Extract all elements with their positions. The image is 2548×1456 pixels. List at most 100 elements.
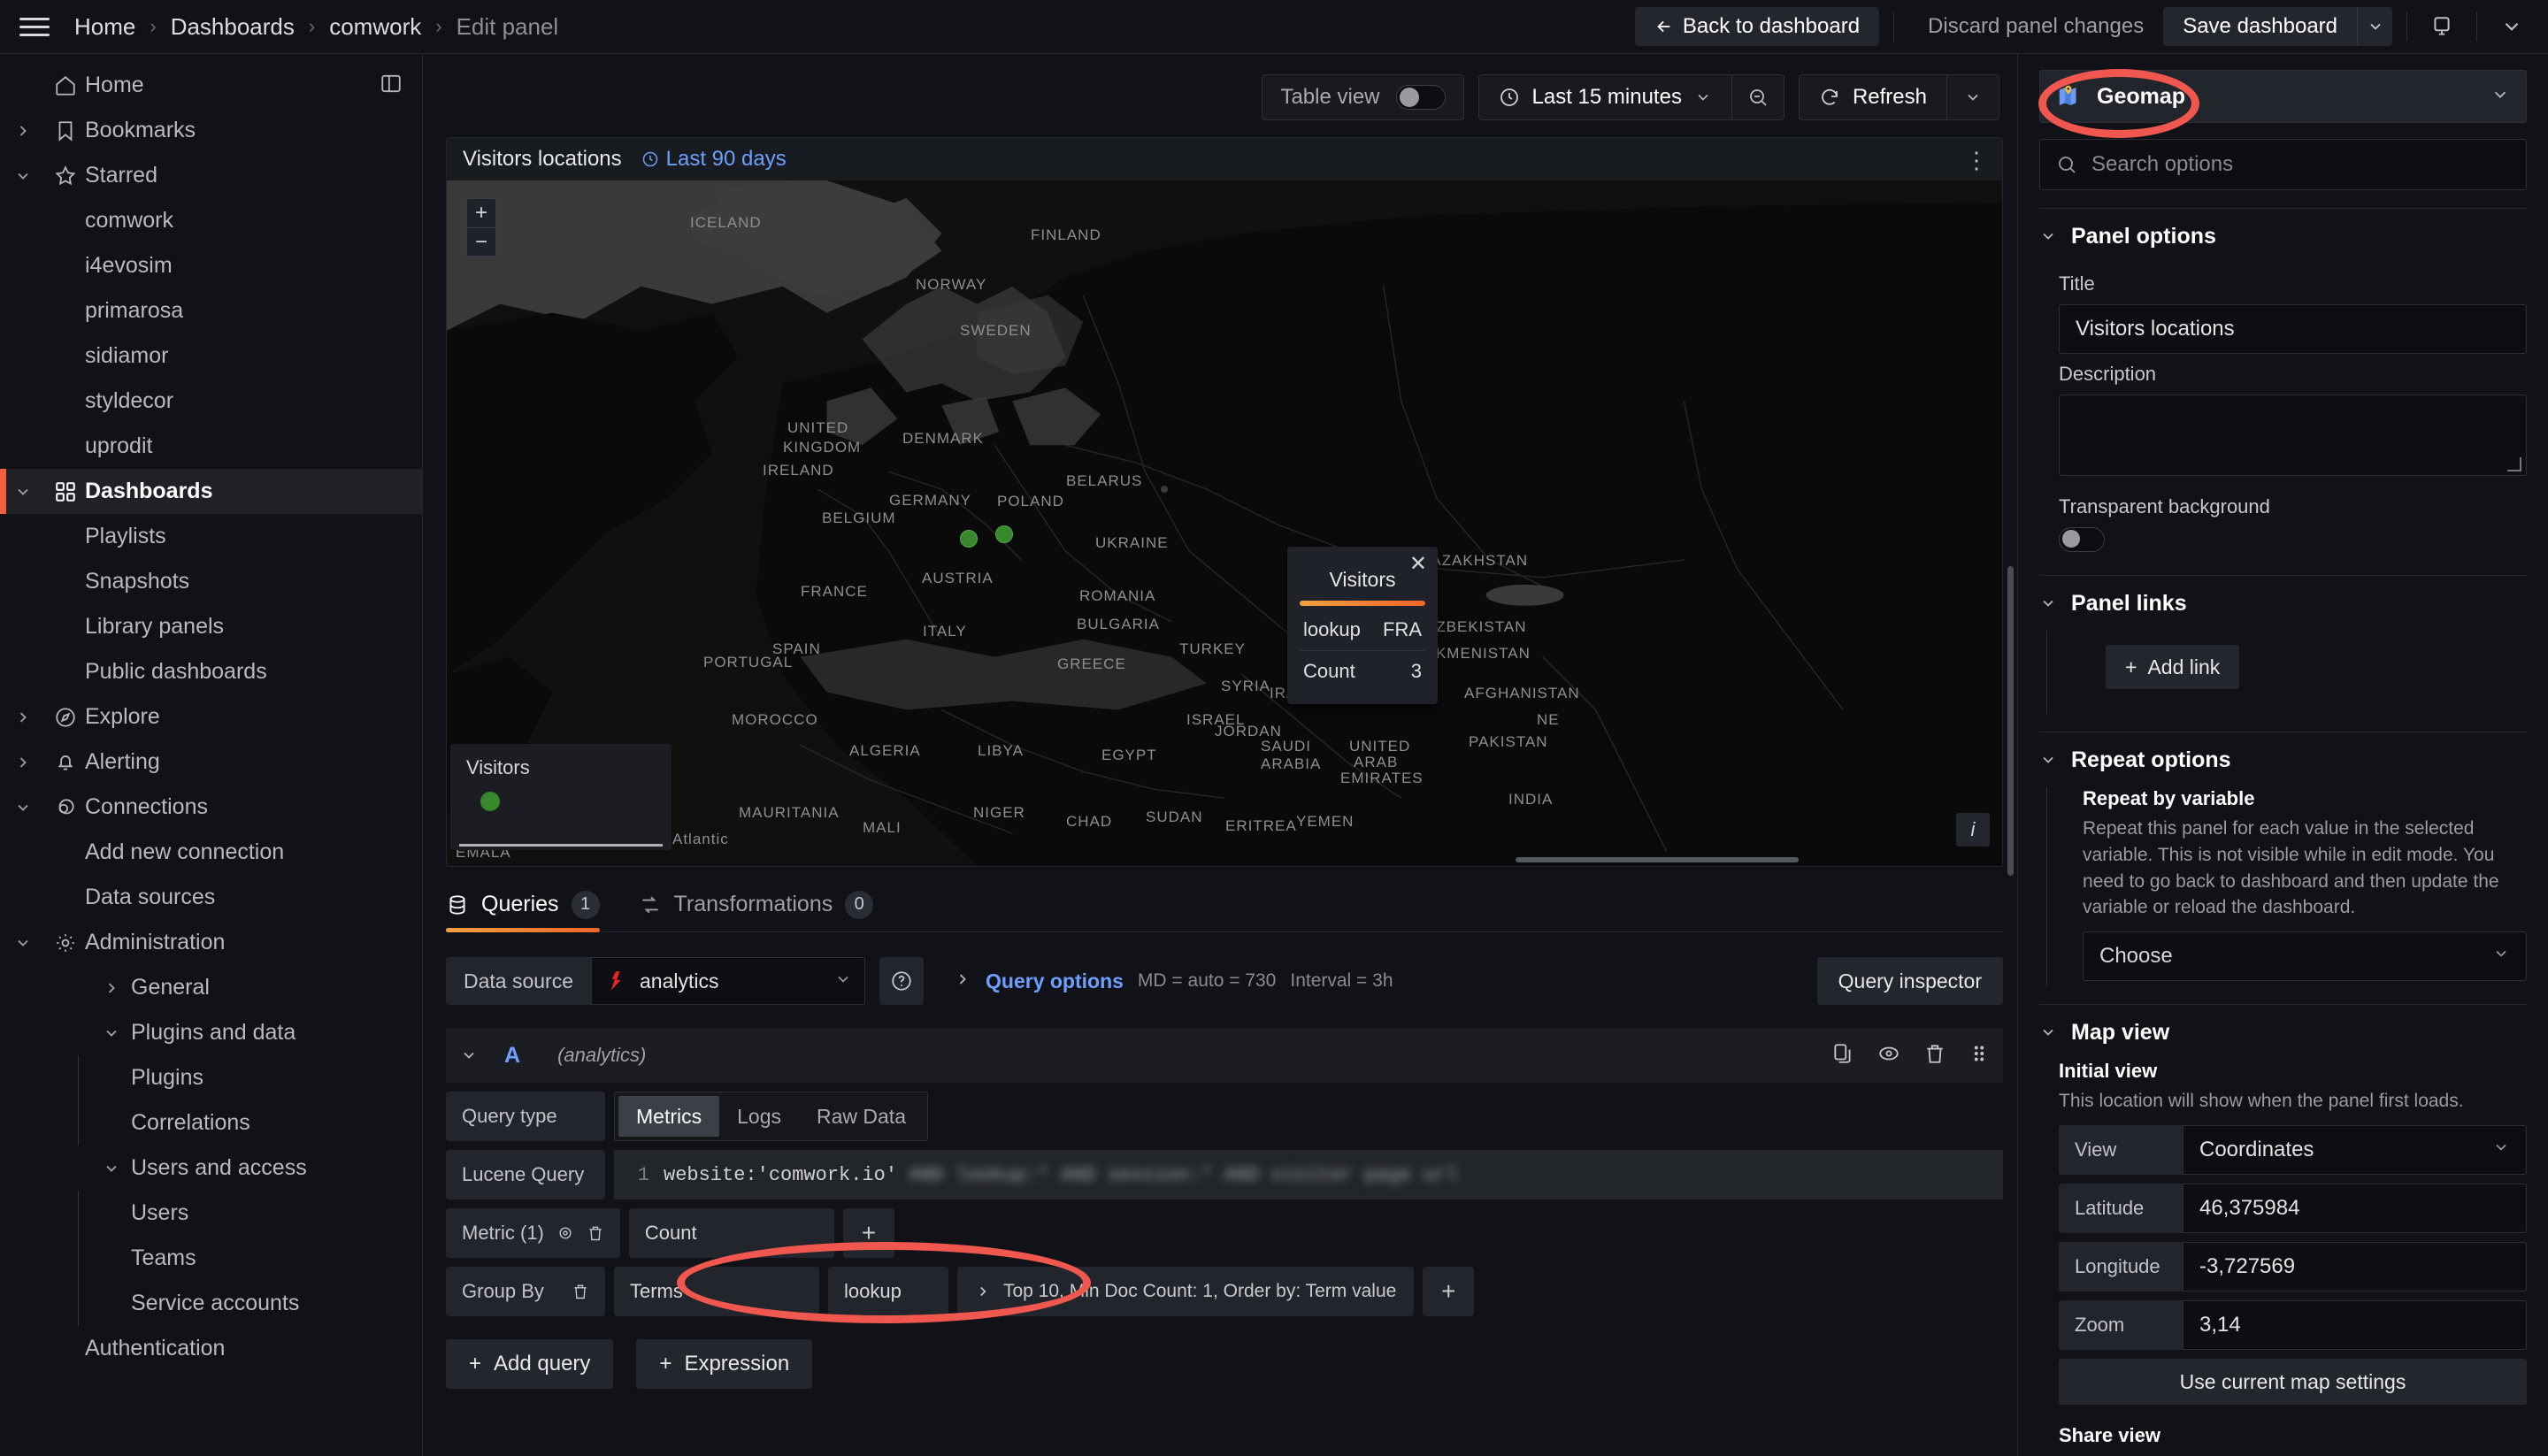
chevron-down-icon[interactable] <box>0 934 46 952</box>
sidebar-item-public-dashboards[interactable]: Public dashboards <box>0 649 422 694</box>
close-icon[interactable]: ✕ <box>1409 554 1427 575</box>
chevron-down-icon[interactable] <box>0 1024 131 1042</box>
section-panel-links-header[interactable]: Panel links <box>2039 576 2527 631</box>
sidebar-item-general[interactable]: General <box>0 965 422 1010</box>
sidebar-item-home[interactable]: Home <box>0 63 422 108</box>
options-search[interactable] <box>2039 139 2527 190</box>
table-view-toggle[interactable] <box>1395 85 1446 110</box>
latitude-input[interactable]: 46,375984 <box>2183 1184 2527 1234</box>
query-collapse-chevron-icon[interactable] <box>460 1046 478 1064</box>
chevron-right-icon[interactable] <box>0 122 46 140</box>
sidebar-item-connections[interactable]: Connections <box>0 785 422 830</box>
map-data-point[interactable] <box>960 530 978 548</box>
sidebar-item-library-panels[interactable]: Library panels <box>0 604 422 649</box>
chevron-down-icon[interactable] <box>0 1160 131 1177</box>
query-inspector-button[interactable]: Query inspector <box>1816 957 2003 1005</box>
sidebar-item-styldecor[interactable]: styldecor <box>0 379 422 424</box>
delete-query-trash-icon[interactable] <box>1923 1042 1946 1069</box>
sidebar-item-plugins-and-data[interactable]: Plugins and data <box>0 1010 422 1055</box>
map-data-point[interactable] <box>995 525 1013 543</box>
search-options-input[interactable] <box>2091 152 2510 177</box>
sidebar-item-plugins[interactable]: Plugins <box>0 1055 422 1100</box>
add-query-button[interactable]: + Add query <box>446 1339 614 1389</box>
group-by-field-select[interactable]: lookup <box>828 1267 948 1316</box>
chevron-right-icon[interactable] <box>0 709 46 726</box>
lucene-query-input[interactable]: 1 website:'comwork.io' AND lookup:* AND … <box>614 1150 2003 1199</box>
metric-aggregation-select[interactable]: Count <box>628 1208 834 1258</box>
metric-delete-trash-icon[interactable] <box>587 1224 604 1242</box>
sidebar-item-users[interactable]: Users <box>0 1191 422 1236</box>
chevron-right-icon[interactable] <box>0 754 46 771</box>
sidebar-item-data-sources[interactable]: Data sources <box>0 875 422 920</box>
chevron-down-icon[interactable] <box>0 799 46 816</box>
panel-kebab-menu-icon[interactable]: ⋮ <box>1963 147 1990 173</box>
chevron-down-icon[interactable] <box>0 483 46 501</box>
sidebar-item-authentication[interactable]: Authentication <box>0 1326 422 1371</box>
add-link-button[interactable]: + Add link <box>2106 645 2240 689</box>
query-ref-id[interactable]: A <box>504 1043 520 1069</box>
refresh-button[interactable]: Refresh <box>1800 75 1946 119</box>
map-horizontal-scrollbar[interactable] <box>1516 857 1799 862</box>
back-to-dashboard-button[interactable]: Back to dashboard <box>1634 7 1880 46</box>
metric-visibility-eye-icon[interactable] <box>556 1224 574 1242</box>
view-select[interactable]: Coordinates <box>2183 1125 2527 1176</box>
sidebar-item-administration[interactable]: Administration <box>0 920 422 965</box>
section-map-view-header[interactable]: Map view <box>2039 1005 2527 1060</box>
datasource-help-button[interactable] <box>879 957 925 1005</box>
chevron-right-icon[interactable] <box>954 970 971 992</box>
use-current-map-settings-button[interactable]: Use current map settings <box>2059 1359 2527 1406</box>
tab-queries[interactable]: Queries 1 <box>446 877 600 932</box>
datasource-picker[interactable]: analytics <box>591 957 866 1005</box>
map-attribution-info-icon[interactable]: i <box>1956 813 1990 847</box>
chevron-down-icon[interactable] <box>0 167 46 185</box>
query-type-raw-data[interactable]: Raw Data <box>799 1096 924 1137</box>
sidebar-item-users-and-access[interactable]: Users and access <box>0 1146 422 1191</box>
sidebar-item-playlists[interactable]: Playlists <box>0 514 422 559</box>
sidebar-item-uprodit[interactable]: uprodit <box>0 424 422 469</box>
zoom-out-time-button[interactable] <box>1732 75 1784 119</box>
map-zoom-in-button[interactable]: + <box>467 199 495 227</box>
zoom-input[interactable]: 3,14 <box>2183 1300 2527 1351</box>
breadcrumb-home[interactable]: Home <box>73 13 137 41</box>
sidebar-item-starred[interactable]: Starred <box>0 153 422 198</box>
hide-query-eye-icon[interactable] <box>1877 1042 1900 1069</box>
query-type-metrics[interactable]: Metrics <box>618 1096 720 1137</box>
sidebar-item-bookmarks[interactable]: Bookmarks <box>0 108 422 153</box>
map-zoom-out-button[interactable]: − <box>467 227 495 256</box>
query-type-logs[interactable]: Logs <box>719 1096 799 1137</box>
add-expression-button[interactable]: + Expression <box>636 1339 813 1389</box>
query-options-toggle[interactable]: Query options <box>986 969 1124 993</box>
section-repeat-options-header[interactable]: Repeat options <box>2039 732 2527 787</box>
breadcrumb-dashboards[interactable]: Dashboards <box>169 13 296 41</box>
sidebar-item-sidiamor[interactable]: sidiamor <box>0 333 422 379</box>
add-metric-button[interactable]: + <box>842 1208 894 1258</box>
sidebar-item-i4evosim[interactable]: i4evosim <box>0 243 422 288</box>
group-by-type-select[interactable]: Terms <box>614 1267 819 1316</box>
hamburger-menu-icon[interactable] <box>19 15 50 38</box>
more-options-chevron-icon[interactable] <box>2491 7 2532 46</box>
sidebar-item-primarosa[interactable]: primarosa <box>0 288 422 333</box>
sidebar-item-add-new-connection[interactable]: Add new connection <box>0 830 422 875</box>
panel-description-textarea[interactable] <box>2059 395 2527 476</box>
refresh-interval-caret[interactable] <box>1947 75 1999 119</box>
discard-panel-changes-button[interactable]: Discard panel changes <box>1908 7 2163 46</box>
sidebar-item-explore[interactable]: Explore <box>0 694 422 739</box>
dock-menu-icon[interactable] <box>380 72 403 99</box>
kiosk-monitor-icon[interactable] <box>2421 7 2462 46</box>
sidebar-item-comwork[interactable]: comwork <box>0 198 422 243</box>
save-dashboard-button[interactable]: Save dashboard <box>2163 7 2357 46</box>
tab-transformations[interactable]: Transformations 0 <box>639 877 874 931</box>
group-by-delete-trash-icon[interactable] <box>572 1283 589 1300</box>
drag-handle-icon[interactable] <box>1969 1042 1989 1069</box>
time-range-picker[interactable]: Last 15 minutes <box>1479 75 1731 119</box>
longitude-input[interactable]: -3,727569 <box>2183 1242 2527 1292</box>
add-group-by-button[interactable]: + <box>1423 1267 1475 1316</box>
sidebar-item-alerting[interactable]: Alerting <box>0 739 422 785</box>
options-pane-scrollbar[interactable] <box>2007 566 2014 876</box>
sidebar-item-correlations[interactable]: Correlations <box>0 1100 422 1146</box>
sidebar-item-service-accounts[interactable]: Service accounts <box>0 1281 422 1326</box>
group-by-settings[interactable]: Top 10, Min Doc Count: 1, Order by: Term… <box>957 1267 1415 1316</box>
sidebar-item-snapshots[interactable]: Snapshots <box>0 559 422 604</box>
repeat-variable-select[interactable]: Choose <box>2083 931 2527 982</box>
transparent-background-toggle[interactable] <box>2059 527 2105 552</box>
